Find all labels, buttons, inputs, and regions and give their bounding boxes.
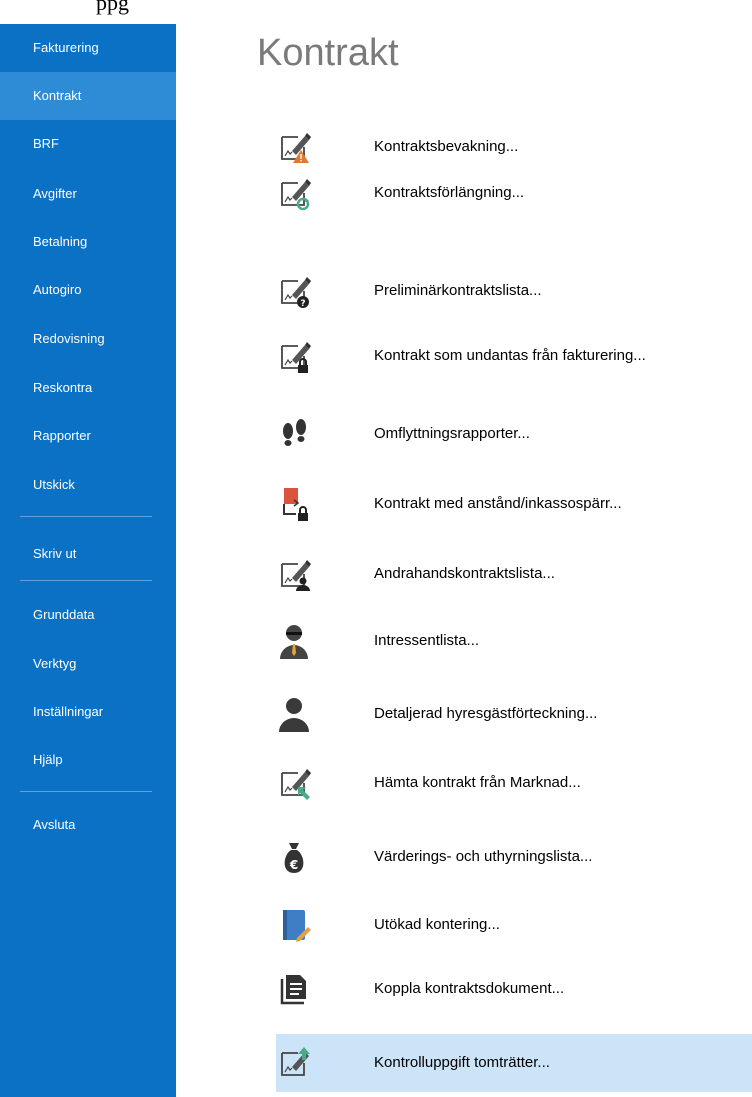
sidebar-item-avsluta[interactable]: Avsluta <box>0 801 176 849</box>
menu-item-label: Kontrakt med anstånd/inkassospärr... <box>374 495 622 512</box>
menu-item-intressentlista[interactable]: Intressentlista... <box>276 612 752 670</box>
window-top-fragment: ppg <box>0 0 176 24</box>
sidebar-item-verktyg[interactable]: Verktyg <box>0 640 176 688</box>
sidebar-item-installningar[interactable]: Inställningar <box>0 688 176 736</box>
contract-person-icon <box>281 560 311 591</box>
menu-item-label: Kontrakt som undantas från fakturering..… <box>374 347 646 364</box>
sidebar-item-brf[interactable]: BRF <box>0 120 176 168</box>
sidebar-item-fakturering[interactable]: Fakturering <box>0 24 176 72</box>
menu-item-kontrakt-undantas[interactable]: Kontrakt som undantas från fakturering..… <box>276 327 752 385</box>
sidebar-divider <box>20 580 152 581</box>
sidebar-item-reskontra[interactable]: Reskontra <box>0 364 176 412</box>
sidebar-item-utskick[interactable]: Utskick <box>0 461 176 509</box>
contract-lock-icon <box>281 342 311 373</box>
sidebar-item-grunddata[interactable]: Grunddata <box>0 591 176 639</box>
menu-item-label: Kontrolluppgift tomträtter... <box>374 1054 550 1071</box>
page-title: Kontrakt <box>257 32 399 74</box>
book-edit-icon <box>283 910 311 942</box>
sidebar-divider <box>20 516 152 517</box>
contract-upload-icon <box>281 1047 310 1076</box>
menu-item-andrahandskontraktslista[interactable]: Andrahandskontraktslista... <box>276 545 752 603</box>
contract-fetch-icon <box>281 769 311 800</box>
sidebar-item-rapporter[interactable]: Rapporter <box>0 412 176 460</box>
sidebar-divider <box>20 791 152 792</box>
card-lock-icon <box>283 488 308 521</box>
sidebar-item-skriv-ut[interactable]: Skriv ut <box>0 530 176 578</box>
sidebar-item-redovisning[interactable]: Redovisning <box>0 315 176 363</box>
sidebar-item-kontrakt[interactable]: Kontrakt <box>0 72 176 120</box>
menu-item-label: Hämta kontrakt från Marknad... <box>374 774 581 791</box>
menu-item-detaljerad-hyresgastforteckning[interactable]: Detaljerad hyresgästförteckning... <box>276 685 752 743</box>
menu-item-preliminarkontraktslista[interactable]: ? Preliminärkontraktslista... <box>276 262 752 320</box>
menu-item-kontrolluppgift-tomtratter[interactable]: Kontrolluppgift tomträtter... <box>276 1034 752 1092</box>
sidebar-item-autogiro[interactable]: Autogiro <box>0 266 176 314</box>
menu-item-utokad-kontering[interactable]: Utökad kontering... <box>276 896 752 954</box>
contract-question-icon: ? <box>281 277 311 309</box>
menu-item-label: Utökad kontering... <box>374 916 500 933</box>
menu-item-label: Andrahandskontraktslista... <box>374 565 555 582</box>
menu-item-label: Detaljerad hyresgästförteckning... <box>374 705 598 722</box>
menu-item-label: Kontraktsförlängning... <box>374 184 525 201</box>
sidebar-item-betalning[interactable]: Betalning <box>0 218 176 266</box>
svg-text:€: € <box>289 858 298 872</box>
sidebar-item-hjalp[interactable]: Hjälp <box>0 736 176 784</box>
documents-icon <box>280 975 306 1005</box>
person-icon <box>279 698 309 732</box>
menu-item-label: Preliminärkontraktslista... <box>374 282 542 299</box>
menu-item-kontrakt-anstand[interactable]: Kontrakt med anstånd/inkassospärr... <box>276 475 752 533</box>
menu-item-label: Omflyttningsrapporter... <box>374 425 530 442</box>
menu-item-label: Intressentlista... <box>374 632 480 649</box>
sidebar-item-avgifter[interactable]: Avgifter <box>0 170 176 218</box>
footprints-icon <box>283 419 306 446</box>
menu-item-koppla-kontraktsdokument[interactable]: Koppla kontraktsdokument... <box>276 960 752 1018</box>
menu-item-varderings-lista[interactable]: € Värderings- och uthyrningslista... <box>276 828 752 886</box>
contract-warning-icon <box>281 133 311 163</box>
menu-item-label: Värderings- och uthyrningslista... <box>374 848 593 865</box>
svg-text:?: ? <box>300 299 305 309</box>
menu-item-hamta-kontrakt[interactable]: Hämta kontrakt från Marknad... <box>276 754 752 812</box>
menu-item-label: Koppla kontraktsdokument... <box>374 980 565 997</box>
menu-item-kontraktsforlangning[interactable]: Kontraktsförlängning... <box>276 164 752 222</box>
sidebar: Fakturering Kontrakt BRF Avgifter Betaln… <box>0 24 176 1097</box>
interested-person-icon <box>280 625 308 659</box>
money-bag-euro-icon: € <box>284 843 304 873</box>
menu-item-omflyttningsrapporter[interactable]: Omflyttningsrapporter... <box>276 405 752 463</box>
contract-renew-icon <box>281 179 311 211</box>
